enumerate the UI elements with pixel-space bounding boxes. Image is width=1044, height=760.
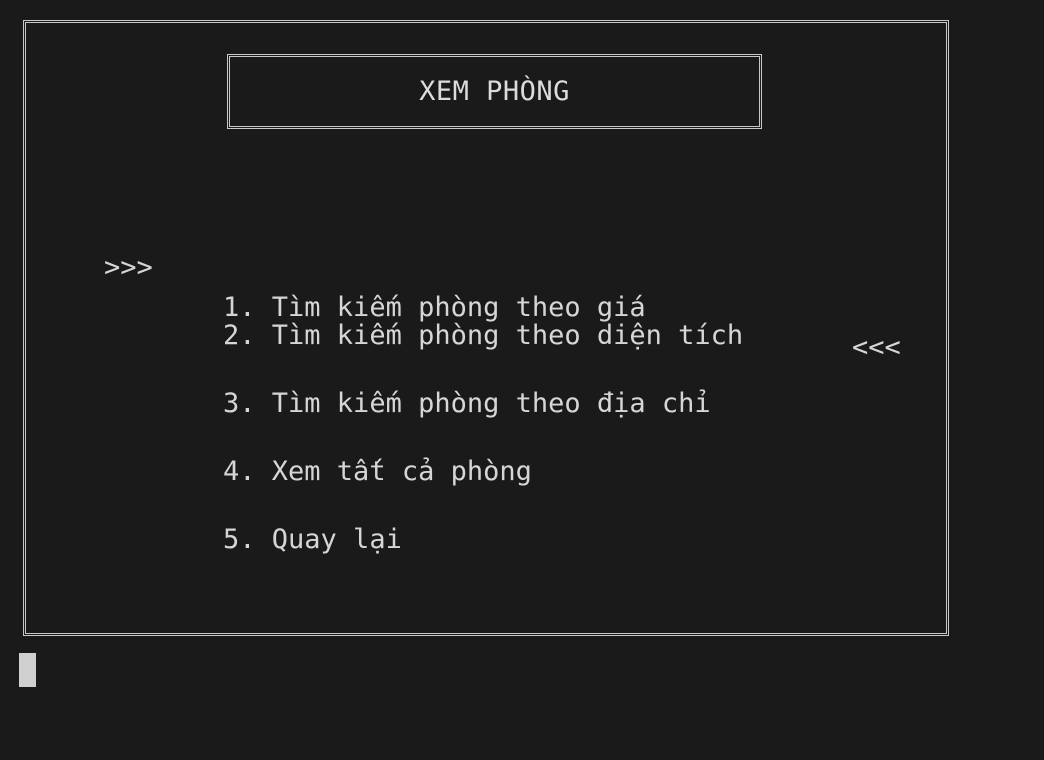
menu-item-go-back[interactable]: 5. Quay lại [0,480,402,555]
menu-item-number: 5. [223,524,256,555]
menu-item-view-all-rooms[interactable]: 4. Xem tất cả phòng [0,412,532,487]
selection-marker-left: >>> [104,252,153,283]
menu-item-label: Xem tất cả phòng [271,456,532,487]
menu-item-label: Quay lại [271,524,402,555]
page-title: XEM PHÒNG [419,76,570,107]
title-box: XEM PHÒNG [227,54,762,129]
text-cursor [19,653,36,687]
menu-item-number: 3. [223,388,256,419]
menu-item-number: 4. [223,456,256,487]
menu-item-search-by-address[interactable]: 3. Tìm kiếm phòng theo địa chỉ [0,344,711,419]
terminal-window[interactable]: XEM PHÒNG >>> 1. Tìm kiếm phòng theo giá… [0,0,1044,760]
menu-item-search-by-price[interactable]: >>> 1. Tìm kiếm phòng theo giá <<< [0,208,901,363]
menu-item-label: Tìm kiếm phòng theo địa chỉ [271,388,711,419]
menu-item-number: 2. [223,320,256,351]
menu-item-search-by-area[interactable]: 2. Tìm kiếm phòng theo diện tích [0,276,743,351]
selection-marker-right: <<< [852,332,901,363]
menu-item-label: Tìm kiếm phòng theo diện tích [271,320,744,351]
